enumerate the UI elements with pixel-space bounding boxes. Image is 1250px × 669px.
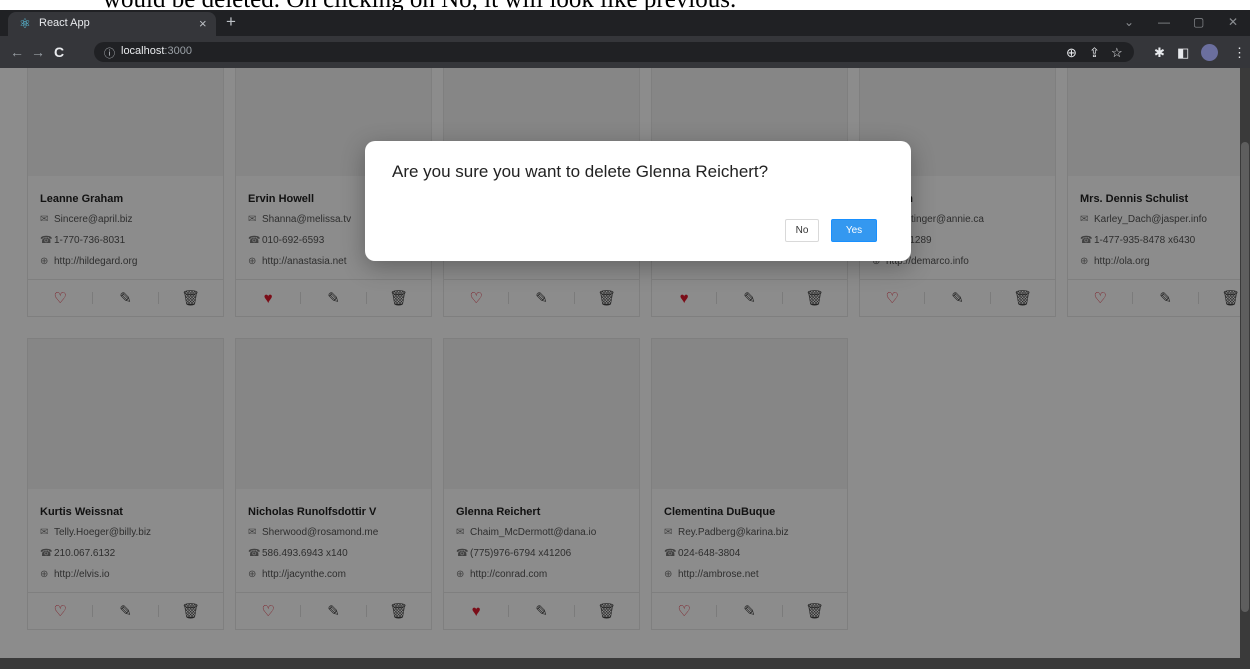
url-port: :3000 <box>164 45 192 57</box>
browser-tab-bar: ⚛ React App × + ⌄ — ▢ ✕ <box>0 10 1250 36</box>
document-text: would be deleted. On clicking on No, it … <box>103 0 736 10</box>
extensions-icon[interactable]: ✱ <box>1154 45 1165 61</box>
forward-icon[interactable]: → <box>31 44 45 60</box>
tab-close-button[interactable]: × <box>199 16 207 31</box>
menu-icon[interactable]: ⋮ <box>1233 45 1246 61</box>
modal-message: Are you sure you want to delete Glenna R… <box>392 162 769 181</box>
scroll-thumb[interactable] <box>1241 142 1249 612</box>
yes-button[interactable]: Yes <box>831 219 877 242</box>
sidepanel-icon[interactable]: ◧ <box>1177 45 1189 61</box>
react-favicon-icon: ⚛ <box>19 16 31 31</box>
back-icon[interactable]: ← <box>10 44 24 60</box>
share-icon[interactable]: ⇪ <box>1089 45 1100 61</box>
vertical-scrollbar[interactable] <box>1240 68 1250 658</box>
minimize-icon[interactable]: — <box>1158 15 1170 29</box>
delete-confirm-modal: Are you sure you want to delete Glenna R… <box>365 141 911 261</box>
install-icon[interactable]: ⊕ <box>1066 45 1077 61</box>
tab-search-icon[interactable]: ⌄ <box>1124 15 1134 29</box>
close-window-icon[interactable]: ✕ <box>1228 15 1238 29</box>
no-button[interactable]: No <box>785 219 819 242</box>
horizontal-scrollbar[interactable] <box>0 658 1250 669</box>
document-text-strip: would be deleted. On clicking on No, it … <box>0 0 1250 10</box>
new-tab-button[interactable]: + <box>226 12 236 32</box>
address-bar[interactable]: ⓘ localhost:3000 <box>94 42 1134 62</box>
maximize-icon[interactable]: ▢ <box>1193 15 1204 29</box>
tab-title: React App <box>39 17 90 29</box>
info-icon[interactable]: ⓘ <box>104 45 115 61</box>
star-icon[interactable]: ☆ <box>1111 45 1123 61</box>
browser-toolbar: ← → C ⓘ localhost:3000 ⊕ ⇪ ☆ ✱ ◧ ⋮ <box>0 36 1250 68</box>
browser-tab[interactable]: ⚛ React App × <box>8 12 216 36</box>
url-text: localhost:3000 <box>121 45 192 57</box>
url-host: localhost <box>121 45 165 57</box>
profile-avatar[interactable] <box>1201 44 1218 61</box>
reload-icon[interactable]: C <box>54 44 64 60</box>
